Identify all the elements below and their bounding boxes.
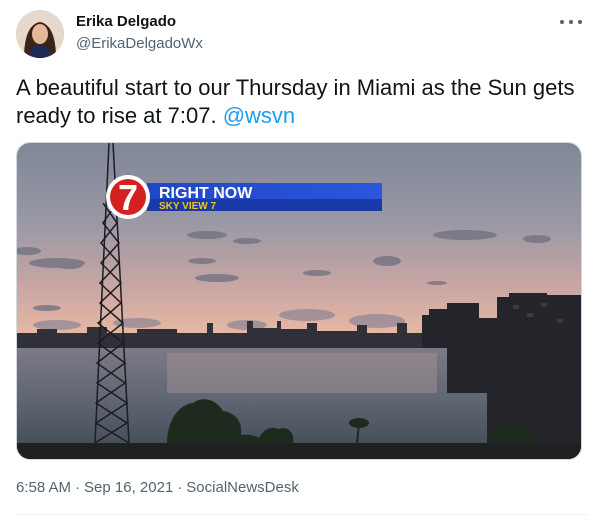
tweet-body: A beautiful start to our Thursday in Mia… [16, 75, 575, 128]
meta-separator-2: · [177, 479, 183, 496]
logo-number: 7 [118, 177, 138, 218]
tweet-meta: 6:58 AM · Sep 16, 2021 · SocialNewsDesk [16, 479, 299, 496]
meta-separator: · [75, 479, 81, 496]
more-horizontal-icon [560, 20, 564, 24]
mention-link[interactable]: @wsvn [223, 103, 295, 128]
tweet-time[interactable]: 6:58 AM [16, 479, 71, 496]
tweet-text: A beautiful start to our Thursday in Mia… [16, 74, 586, 130]
more-options-button[interactable] [560, 14, 582, 30]
tweet-card: Erika Delgado @ErikaDelgadoWx A beautifu… [0, 0, 604, 523]
avatar-image [16, 10, 64, 58]
sunrise-photo: 7 RIGHT NOW SKY VIEW 7 [17, 143, 581, 459]
tweet-photo[interactable]: 7 RIGHT NOW SKY VIEW 7 [16, 142, 582, 460]
avatar[interactable] [16, 10, 64, 58]
tweet-source[interactable]: SocialNewsDesk [186, 479, 299, 496]
author-display-name[interactable]: Erika Delgado [76, 13, 176, 30]
overlay-title: RIGHT NOW [159, 185, 253, 202]
overlay-subtitle: SKY VIEW 7 [159, 201, 216, 212]
divider [16, 514, 588, 515]
author-handle[interactable]: @ErikaDelgadoWx [76, 35, 203, 52]
tweet-date[interactable]: Sep 16, 2021 [84, 479, 173, 496]
